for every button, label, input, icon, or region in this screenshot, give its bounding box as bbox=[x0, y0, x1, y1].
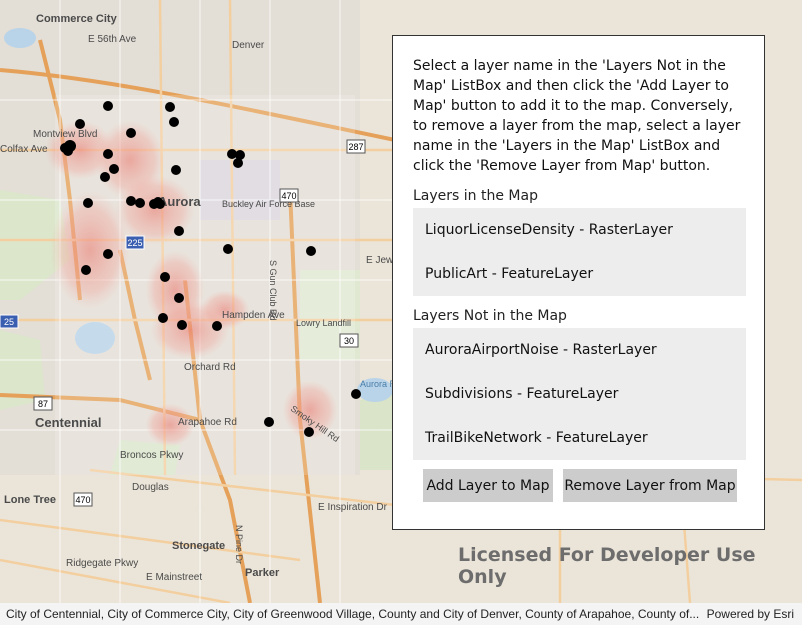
public-art-point bbox=[177, 320, 187, 330]
shield-label: 87 bbox=[38, 399, 48, 409]
map-label: E Mainstreet bbox=[146, 572, 202, 583]
highway-shield: 30 bbox=[339, 333, 359, 348]
layers-in-map-label: Layers in the Map bbox=[413, 188, 538, 204]
map-label: Centennial bbox=[35, 415, 101, 430]
highway-shield: 87 bbox=[33, 396, 53, 411]
public-art-point bbox=[103, 249, 113, 259]
map-label: Stonegate bbox=[172, 540, 225, 552]
map-label: Orchard Rd bbox=[184, 362, 236, 373]
powered-by-esri[interactable]: Powered by Esri bbox=[707, 607, 794, 621]
map-label: Colfax Ave bbox=[0, 144, 48, 155]
public-art-point bbox=[174, 226, 184, 236]
public-art-point bbox=[103, 149, 113, 159]
public-art-point bbox=[126, 128, 136, 138]
shield-label: 225 bbox=[127, 238, 142, 248]
public-art-point bbox=[165, 102, 175, 112]
shield-label: 30 bbox=[344, 336, 354, 346]
map-label: Douglas bbox=[132, 482, 169, 493]
public-art-point bbox=[304, 427, 314, 437]
public-art-point bbox=[223, 244, 233, 254]
map-label: Buckley Air Force Base bbox=[222, 199, 315, 209]
public-art-point bbox=[109, 164, 119, 174]
layers-not-in-map-label: Layers Not in the Map bbox=[413, 308, 567, 324]
highway-shield: 470 bbox=[73, 492, 93, 507]
map-label: Ridgegate Pkwy bbox=[66, 558, 138, 569]
map-label: S Gun Club Rd bbox=[268, 260, 278, 321]
public-art-point bbox=[81, 265, 91, 275]
public-art-point bbox=[83, 198, 93, 208]
map-label: Commerce City bbox=[36, 13, 118, 25]
public-art-point bbox=[174, 293, 184, 303]
list-item[interactable]: TrailBikeNetwork - FeatureLayer bbox=[413, 416, 746, 460]
map-label: Lone Tree bbox=[4, 494, 56, 506]
map-label: Arapahoe Rd bbox=[178, 417, 237, 428]
public-art-point bbox=[75, 119, 85, 129]
instructions-text: Select a layer name in the 'Layers Not i… bbox=[413, 58, 741, 174]
map-label: Lowry Landfill bbox=[296, 318, 351, 328]
map-label: E Inspiration Dr bbox=[318, 502, 388, 513]
layers-not-in-map-listbox[interactable]: AuroraAirportNoise - RasterLayer Subdivi… bbox=[413, 328, 746, 460]
attribution-text: City of Centennial, City of Commerce Cit… bbox=[6, 607, 700, 621]
public-art-point bbox=[63, 146, 73, 156]
map-label: Parker bbox=[245, 567, 280, 579]
map-label: Aurora bbox=[158, 194, 201, 209]
public-art-point bbox=[160, 272, 170, 282]
public-art-point bbox=[126, 196, 136, 206]
shield-label: 470 bbox=[75, 495, 90, 505]
public-art-point bbox=[264, 417, 274, 427]
public-art-point bbox=[103, 101, 113, 111]
shield-label: 470 bbox=[281, 191, 296, 201]
map-label: Montview Blvd bbox=[33, 129, 97, 140]
list-item[interactable]: AuroraAirportNoise - RasterLayer bbox=[413, 328, 746, 372]
map-label: Denver bbox=[232, 40, 265, 51]
highway-shield: 470 bbox=[279, 188, 299, 203]
public-art-point bbox=[135, 198, 145, 208]
license-watermark: Licensed For Developer Use Only bbox=[458, 544, 756, 588]
map-label: E 56th Ave bbox=[88, 34, 137, 45]
public-art-point bbox=[306, 246, 316, 256]
highway-shield: 25 bbox=[0, 314, 19, 329]
shield-label: 25 bbox=[4, 317, 14, 327]
layers-in-map-listbox[interactable]: LiquorLicenseDensity - RasterLayer Publi… bbox=[413, 208, 746, 296]
map-label: N Pine Dr bbox=[234, 525, 244, 564]
public-art-point bbox=[158, 313, 168, 323]
public-art-point bbox=[171, 165, 181, 175]
public-art-point bbox=[233, 158, 243, 168]
remove-layer-button[interactable]: Remove Layer from Map bbox=[563, 469, 737, 502]
highway-shield: 287 bbox=[346, 139, 366, 154]
list-item[interactable]: LiquorLicenseDensity - RasterLayer bbox=[413, 208, 746, 252]
shield-label: 287 bbox=[348, 142, 363, 152]
map-label: Broncos Pkwy bbox=[120, 450, 183, 461]
public-art-point bbox=[169, 117, 179, 127]
public-art-point bbox=[351, 389, 361, 399]
layer-panel: Select a layer name in the 'Layers Not i… bbox=[392, 35, 765, 530]
public-art-point bbox=[155, 199, 165, 209]
add-layer-button[interactable]: Add Layer to Map bbox=[423, 469, 553, 502]
public-art-point bbox=[100, 172, 110, 182]
list-item[interactable]: PublicArt - FeatureLayer bbox=[413, 252, 746, 296]
attribution-bar: City of Centennial, City of Commerce Cit… bbox=[0, 603, 802, 625]
public-art-point bbox=[212, 321, 222, 331]
highway-shield: 225 bbox=[125, 235, 145, 250]
list-item[interactable]: Subdivisions - FeatureLayer bbox=[413, 372, 746, 416]
